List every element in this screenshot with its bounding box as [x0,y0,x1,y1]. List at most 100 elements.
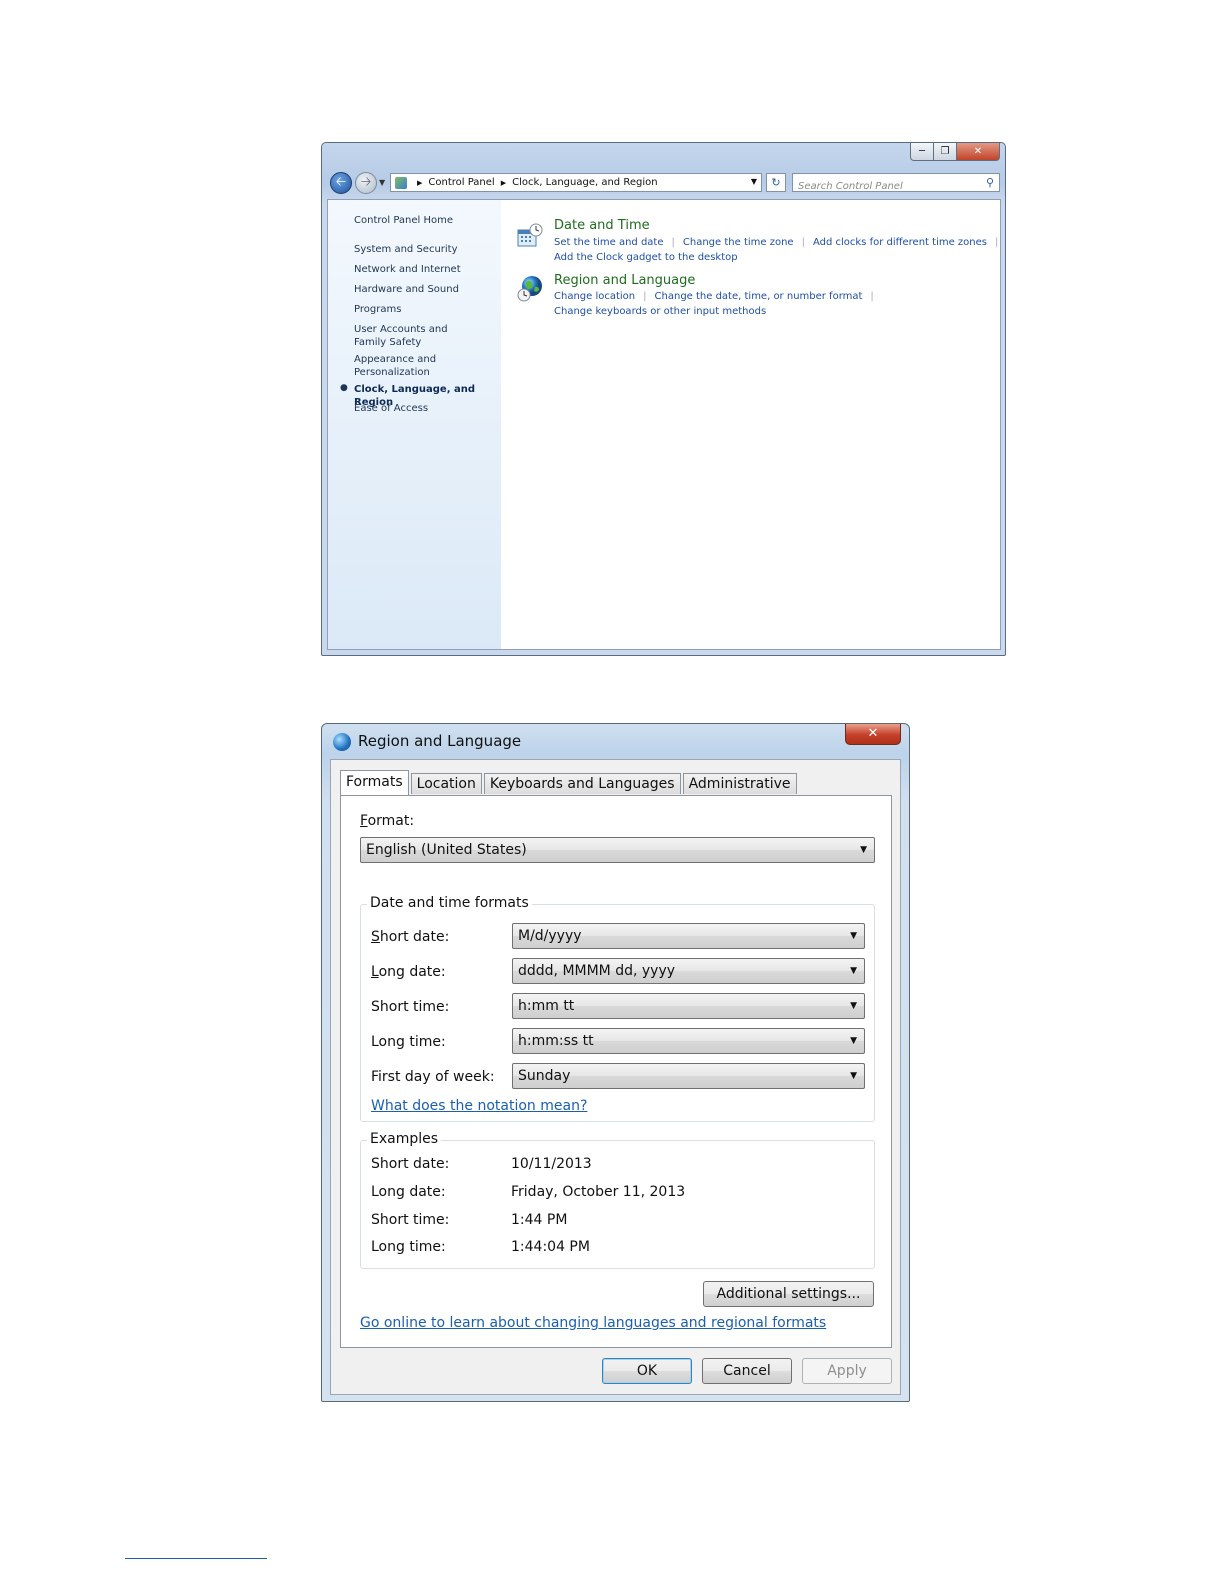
tab-formats[interactable]: Formats [340,770,409,795]
address-dropdown-icon[interactable]: ▼ [751,177,757,186]
example-short-time-label: Short time: [371,1212,450,1228]
breadcrumb-separator-icon[interactable]: ▶ [501,179,506,187]
short-date-label: Short date: [371,929,450,945]
dropdown-arrow-icon: ▼ [850,931,857,941]
breadcrumb-clock-language-region[interactable]: Clock, Language, and Region [512,177,657,188]
tab-keyboards-and-languages[interactable]: Keyboards and Languages [483,773,681,794]
link-change-location[interactable]: Change location [554,291,635,302]
nav-control-panel-home[interactable]: Control Panel Home [354,214,499,227]
nav-user-accounts[interactable]: User Accounts and Family Safety [354,323,482,349]
minimize-button[interactable]: ─ [910,143,934,161]
tab-strip: Formats Location Keyboards and Languages… [340,770,799,795]
ok-button[interactable]: OK [602,1358,692,1384]
nav-system-and-security[interactable]: System and Security [354,243,499,256]
short-date-value: M/d/yyyy [518,928,582,944]
address-bar[interactable]: ▶ Control Panel ▶ Clock, Language, and R… [390,173,762,192]
link-add-clocks[interactable]: Add clocks for different time zones [813,237,987,248]
current-item-bullet-icon: ● [340,383,348,393]
cancel-button[interactable]: Cancel [702,1358,792,1384]
link-change-format[interactable]: Change the date, time, or number format [655,291,863,302]
control-panel-content: Control Panel Home System and Security N… [327,199,1001,650]
tab-administrative[interactable]: Administrative [682,773,797,794]
search-icon[interactable]: ⚲ [986,176,994,189]
date-time-formats-group: Date and time formats Short date: M/d/yy… [360,895,875,1122]
short-date-dropdown[interactable]: M/d/yyyy ▼ [512,923,865,949]
globe-clock-icon[interactable] [516,275,544,303]
examples-title: Examples [367,1131,442,1147]
additional-settings-button[interactable]: Additional settings... [703,1281,874,1307]
long-date-dropdown[interactable]: dddd, MMMM dd, yyyy ▼ [512,958,865,984]
recent-pages-dropdown-icon[interactable]: ▼ [379,178,385,187]
example-long-time-value: 1:44:04 PM [511,1239,590,1255]
nav-hardware-and-sound[interactable]: Hardware and Sound [354,283,499,296]
dropdown-arrow-icon: ▼ [860,845,867,855]
dropdown-arrow-icon: ▼ [850,1001,857,1011]
long-date-label: Long date: [371,964,446,980]
window-caption-buttons: ─ ❐ ✕ [910,143,1000,161]
calendar-clock-icon[interactable] [516,222,544,250]
back-arrow-icon: 🡠 [335,175,347,190]
footnote-separator [125,1558,267,1559]
nav-network-and-internet[interactable]: Network and Internet [354,263,499,276]
maximize-button[interactable]: ❐ [934,143,957,161]
long-date-value: dddd, MMMM dd, yyyy [518,963,676,979]
left-navigation-pane: Control Panel Home System and Security N… [328,200,501,649]
forward-button[interactable]: 🡢 [355,172,377,194]
back-button[interactable]: 🡠 [330,172,352,194]
nav-appearance[interactable]: Appearance and Personalization [354,353,444,379]
apply-button[interactable]: Apply [802,1358,892,1384]
nav-ease-of-access[interactable]: Ease of Access [354,402,499,415]
dropdown-arrow-icon: ▼ [850,1071,857,1081]
region-and-language-dialog: Region and Language ✕ Formats Location K… [321,723,910,1402]
search-input[interactable] [798,179,968,194]
category-list: Date and Time Set the time and date | Chan… [516,200,1000,649]
dropdown-arrow-icon: ▼ [850,1036,857,1046]
link-add-clock-gadget[interactable]: Add the Clock gadget to the desktop [554,252,738,263]
address-toolbar: 🡠 🡢 ▼ ▶ Control Panel ▶ Clock, Language,… [328,171,1000,195]
example-long-time-label: Long time: [371,1239,446,1255]
forward-arrow-icon: 🡢 [360,175,372,190]
notation-help-link[interactable]: What does the notation mean? [371,1098,587,1114]
long-time-label: Long time: [371,1034,446,1050]
close-icon: ✕ [973,146,983,157]
nav-programs[interactable]: Programs [354,303,499,316]
close-icon: ✕ [867,726,879,741]
link-change-time-zone[interactable]: Change the time zone [683,237,794,248]
formats-panel: Format: English (United States) ▼ Date a… [340,795,892,1348]
short-time-value: h:mm tt [518,998,575,1014]
format-dropdown[interactable]: English (United States) ▼ [360,837,875,863]
link-set-time-and-date[interactable]: Set the time and date [554,237,664,248]
format-label: Format: [360,813,415,829]
format-value: English (United States) [366,842,527,858]
globe-icon [333,733,351,751]
minimize-icon: ─ [918,146,926,157]
refresh-button[interactable]: ↻ [766,173,786,192]
region-and-language-title[interactable]: Region and Language [554,273,695,288]
example-short-time-value: 1:44 PM [511,1212,568,1228]
example-short-date-value: 10/11/2013 [511,1156,592,1172]
control-panel-window: ─ ❐ ✕ 🡠 🡢 ▼ ▶ Control Panel ▶ Clock, Lan… [321,142,1006,656]
examples-group: Examples Short date: 10/11/2013 Long dat… [360,1131,875,1269]
date-and-time-title[interactable]: Date and Time [554,218,650,233]
dialog-close-button[interactable]: ✕ [845,724,901,745]
date-and-time-links: Set the time and date | Change the time zo… [554,237,999,263]
link-change-keyboards[interactable]: Change keyboards or other input methods [554,306,766,317]
close-button[interactable]: ✕ [957,143,1000,161]
example-long-date-value: Friday, October 11, 2013 [511,1184,686,1200]
breadcrumb-control-panel[interactable]: Control Panel [428,177,494,188]
restore-icon: ❐ [940,146,950,157]
first-day-of-week-value: Sunday [518,1068,571,1084]
breadcrumb-separator-icon[interactable]: ▶ [417,179,422,187]
long-time-dropdown[interactable]: h:mm:ss tt ▼ [512,1028,865,1054]
first-day-of-week-label: First day of week: [371,1069,495,1085]
short-time-dropdown[interactable]: h:mm tt ▼ [512,993,865,1019]
long-time-value: h:mm:ss tt [518,1033,594,1049]
first-day-of-week-dropdown[interactable]: Sunday ▼ [512,1063,865,1089]
refresh-icon: ↻ [771,176,781,189]
short-time-label: Short time: [371,999,450,1015]
tab-location[interactable]: Location [410,773,482,794]
region-and-language-links: Change location | Change the date, time, o… [554,291,874,317]
online-help-link[interactable]: Go online to learn about changing langua… [360,1315,826,1331]
search-box[interactable]: ⚲ [792,173,1000,194]
example-short-date-label: Short date: [371,1156,450,1172]
